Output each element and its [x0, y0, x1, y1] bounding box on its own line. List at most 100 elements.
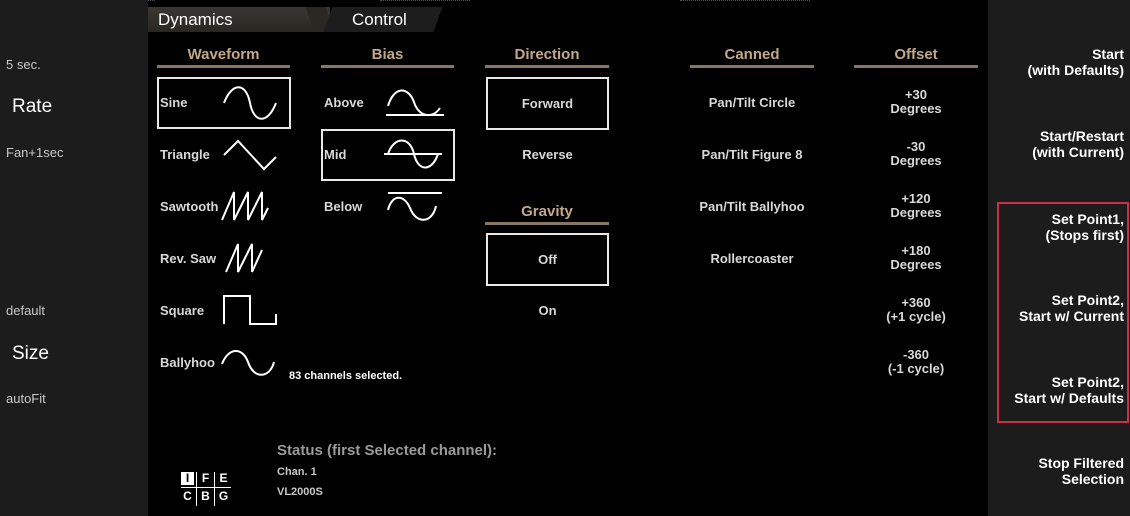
- stop-l1: Stop Filtered: [1038, 455, 1124, 471]
- waveform-underline: [157, 65, 290, 68]
- start-with-defaults-button[interactable]: Start (with Defaults): [1028, 46, 1124, 78]
- p2d-l2: Start w/ Defaults: [1014, 390, 1124, 406]
- canned-pan-tilt-figure-8[interactable]: Pan/Tilt Figure 8: [660, 147, 844, 162]
- offset-plus-180[interactable]: +180 Degrees: [854, 244, 978, 272]
- gravity-header: Gravity: [521, 203, 573, 220]
- restart-l2: (with Current): [1032, 144, 1124, 160]
- bias-underline: [321, 65, 454, 68]
- tab-control[interactable]: Control: [323, 7, 443, 32]
- bias-below-wave-icon: [387, 192, 442, 221]
- size-mode[interactable]: autoFit: [6, 391, 46, 406]
- direction-header: Direction: [514, 46, 580, 63]
- rate-value[interactable]: Fan+1sec: [6, 145, 63, 160]
- direction-forward[interactable]: Forward: [486, 77, 609, 130]
- top-dots-right: [680, 0, 810, 6]
- selection-count: 83 channels selected.: [289, 370, 403, 382]
- bias-above[interactable]: Above: [324, 95, 364, 110]
- canned-underline: [690, 65, 814, 68]
- p2d-l1: Set Point2,: [1051, 374, 1124, 390]
- waveform-square[interactable]: Square: [160, 303, 204, 318]
- offset-minus-360-value: -360: [902, 347, 930, 362]
- canned-header: Canned: [724, 46, 780, 63]
- canned-pan-tilt-circle[interactable]: Pan/Tilt Circle: [660, 95, 844, 110]
- rev-saw-wave-icon: [225, 243, 263, 273]
- ifecbg-divider-1: [196, 472, 197, 506]
- p1-l2: (Stops first): [1045, 227, 1124, 243]
- ifecbg-f: F: [201, 471, 210, 485]
- waveform-triangle[interactable]: Triangle: [160, 147, 210, 162]
- gravity-off[interactable]: Off: [486, 233, 609, 286]
- stop-filtered-selection-button[interactable]: Stop Filtered Selection: [1038, 455, 1124, 487]
- waveform-header: Waveform: [187, 46, 260, 63]
- gravity-underline: [485, 222, 609, 225]
- offset-plus-360-unit: (+1 cycle): [886, 309, 946, 324]
- offset-plus-180-value: +180: [901, 243, 931, 258]
- size-label[interactable]: Size: [12, 343, 49, 365]
- offset-plus-360[interactable]: +360 (+1 cycle): [854, 296, 978, 324]
- ifecbg-indicator: I F E C B G: [181, 469, 241, 509]
- status-title: Status (first Selected channel):: [277, 442, 498, 459]
- sawtooth-wave-icon: [221, 191, 269, 221]
- offset-underline: [854, 65, 978, 68]
- canned-pan-tilt-ballyhoo[interactable]: Pan/Tilt Ballyhoo: [660, 199, 844, 214]
- direction-reverse[interactable]: Reverse: [486, 147, 609, 162]
- start-l2: (with Defaults): [1027, 62, 1124, 78]
- bias-header: Bias: [371, 46, 404, 63]
- ifecbg-divider-3: [181, 487, 231, 488]
- offset-minus-360-unit: (-1 cycle): [887, 361, 945, 376]
- top-dots-mid: [380, 0, 470, 6]
- ifecbg-g: G: [218, 489, 229, 503]
- offset-plus-120-unit: Degrees: [890, 205, 942, 220]
- bias-mid-wave-icon: [384, 139, 442, 169]
- waveform-rev-saw[interactable]: Rev. Saw: [160, 251, 216, 266]
- ifecbg-c: C: [183, 489, 192, 503]
- p2c-l2: Start w/ Current: [1018, 308, 1124, 324]
- offset-minus-360[interactable]: -360 (-1 cycle): [854, 348, 978, 376]
- offset-minus-30-unit: Degrees: [890, 153, 942, 168]
- waveform-ballyhoo[interactable]: Ballyhoo: [160, 355, 215, 370]
- offset-plus-120-value: +120: [901, 191, 931, 206]
- status-fixture: VL2000S: [277, 486, 323, 498]
- waveform-sawtooth[interactable]: Sawtooth: [160, 199, 219, 214]
- ifecbg-divider-2: [214, 472, 215, 506]
- status-channel: Chan. 1: [277, 466, 317, 478]
- set-point2-defaults-button[interactable]: Set Point2, Start w/ Defaults: [1014, 374, 1124, 406]
- square-wave-icon: [223, 295, 277, 325]
- offset-minus-30-value: -30: [906, 139, 926, 154]
- rate-label[interactable]: Rate: [12, 96, 52, 118]
- direction-underline: [485, 65, 609, 68]
- ifecbg-e: E: [219, 471, 228, 485]
- offset-plus-120[interactable]: +120 Degrees: [854, 192, 978, 220]
- gravity-on[interactable]: On: [486, 303, 609, 318]
- set-point2-current-button[interactable]: Set Point2, Start w/ Current: [1019, 292, 1124, 324]
- tab-dynamics[interactable]: Dynamics: [148, 7, 330, 32]
- bias-above-wave-icon: [386, 89, 444, 117]
- bias-below[interactable]: Below: [324, 199, 362, 214]
- restart-l1: Start/Restart: [1039, 128, 1124, 144]
- offset-plus-30[interactable]: +30 Degrees: [854, 88, 978, 116]
- tab-control-label: Control: [352, 10, 407, 29]
- ifecbg-b: B: [201, 489, 210, 503]
- sine-wave-icon: [223, 86, 277, 120]
- start-restart-button[interactable]: Start/Restart (with Current): [1032, 128, 1124, 160]
- bias-mid[interactable]: Mid: [324, 147, 346, 162]
- offset-plus-360-value: +360: [901, 295, 931, 310]
- offset-plus-30-value: +30: [904, 87, 928, 102]
- offset-plus-180-unit: Degrees: [890, 257, 942, 272]
- set-point1-button[interactable]: Set Point1, (Stops first): [1045, 211, 1124, 243]
- offset-minus-30[interactable]: -30 Degrees: [854, 140, 978, 168]
- stop-l2: Selection: [1061, 471, 1124, 487]
- p1-l1: Set Point1,: [1051, 211, 1124, 227]
- ballyhoo-wave-icon: [221, 350, 275, 376]
- p2c-l1: Set Point2,: [1051, 292, 1124, 308]
- fade-time-value[interactable]: 5 sec.: [6, 57, 41, 72]
- size-value[interactable]: default: [6, 303, 45, 318]
- start-l1: Start: [1092, 46, 1124, 62]
- waveform-sine[interactable]: Sine: [160, 95, 187, 110]
- canned-rollercoaster[interactable]: Rollercoaster: [660, 251, 844, 266]
- offset-plus-30-unit: Degrees: [890, 101, 942, 116]
- triangle-wave-icon: [223, 139, 277, 171]
- offset-header: Offset: [894, 46, 938, 63]
- left-panel: [0, 0, 148, 516]
- ifecbg-i: I: [181, 472, 194, 485]
